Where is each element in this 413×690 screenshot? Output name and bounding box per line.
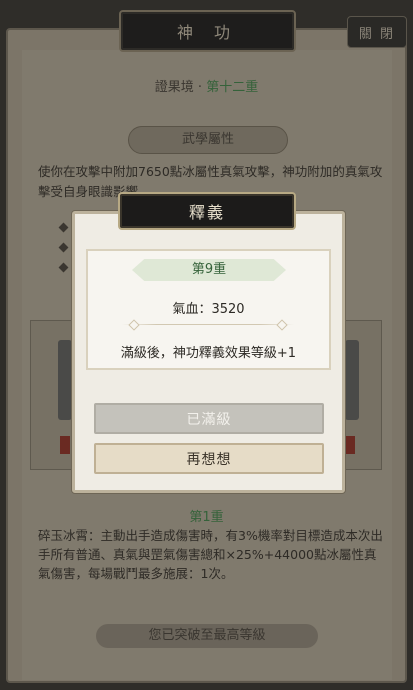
- max-level-status: 您已突破至最高等級: [96, 624, 318, 648]
- realm-level: 證果境 · 第十二重: [0, 76, 413, 95]
- attributes-heading: 武學屬性: [128, 126, 288, 154]
- right-lantern-icon: [345, 340, 359, 420]
- dialog-level-ribbon: 第9重: [132, 259, 286, 281]
- realm-level-value: 第十二重: [206, 80, 259, 95]
- max-level-button[interactable]: 已滿級: [94, 403, 324, 434]
- left-lantern-icon: [58, 340, 72, 420]
- realm-prefix: 證果境 ·: [154, 80, 207, 95]
- dialog-effect-text: 滿級後，神功釋義效果等級+1: [120, 346, 297, 361]
- page-title: 神 功: [119, 10, 296, 52]
- close-button[interactable]: 關 閉: [347, 16, 407, 48]
- dialog-hp-value: 氣血：3520: [172, 302, 245, 317]
- skill-level: 第1重: [189, 510, 224, 525]
- skill-description: 碎玉冰霄：主動出手造成傷害時，有3%機率對目標造成本次出手所有普通、真氣與罡氣傷…: [38, 528, 383, 581]
- right-red-marker: [345, 436, 355, 454]
- ornamental-divider: [122, 324, 294, 325]
- dialog-title: 釋義: [118, 192, 296, 230]
- left-red-marker: [60, 436, 70, 454]
- reconsider-button[interactable]: 再想想: [94, 443, 324, 474]
